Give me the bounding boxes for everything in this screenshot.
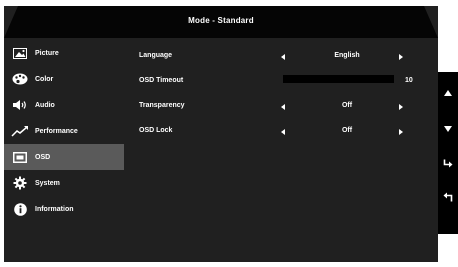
sidebar-item-label: Information — [35, 205, 74, 213]
trend-icon — [10, 124, 30, 138]
gear-icon — [10, 176, 30, 190]
picture-icon — [10, 46, 30, 60]
setting-osd-timeout[interactable]: OSD Timeout 10 — [139, 75, 438, 100]
setting-osd-lock[interactable]: OSD Lock Off — [139, 125, 438, 150]
sidebar-item-audio[interactable]: Audio — [4, 92, 124, 118]
up-arrow-icon[interactable] — [438, 83, 458, 103]
sidebar-item-label: Audio — [35, 101, 55, 109]
sidebar-item-label: System — [35, 179, 60, 187]
sidebar-item-label: Color — [35, 75, 54, 83]
down-arrow-icon[interactable] — [438, 119, 458, 139]
osd-timeout-label: OSD Timeout — [139, 77, 184, 84]
sidebar-item-picture[interactable]: Picture — [4, 40, 124, 66]
sidebar-item-color[interactable]: Color — [4, 66, 124, 92]
palette-icon — [10, 72, 30, 86]
sidebar-item-osd[interactable]: OSD — [4, 144, 124, 170]
navigation-keypad — [438, 72, 458, 234]
page-title: Mode - Standard — [188, 16, 254, 25]
back-icon[interactable] — [438, 187, 458, 207]
osd-timeout-value: 10 — [405, 77, 413, 84]
speaker-icon — [10, 98, 30, 112]
language-value: English — [334, 52, 360, 59]
sidebar: Picture Color Audio Performance OSD Syst… — [4, 40, 124, 222]
setting-language[interactable]: Language English — [139, 50, 438, 75]
sidebar-item-performance[interactable]: Performance — [4, 118, 124, 144]
osd-settings-panel: Language English OSD Timeout 10 Transpar… — [139, 50, 438, 150]
osd-header: Mode - Standard — [4, 6, 438, 38]
transparency-label: Transparency — [139, 102, 185, 109]
sidebar-item-system[interactable]: System — [4, 170, 124, 196]
osd-menu: Mode - Standard Picture Color Audio Perf… — [4, 6, 438, 262]
language-prev-arrow-icon[interactable] — [281, 54, 285, 60]
transparency-next-arrow-icon[interactable] — [399, 104, 403, 110]
transparency-prev-arrow-icon[interactable] — [281, 104, 285, 110]
osd-screen-icon — [10, 150, 30, 164]
osd-lock-value: Off — [341, 127, 353, 134]
sidebar-item-label: Picture — [35, 49, 59, 57]
setting-transparency[interactable]: Transparency Off — [139, 100, 438, 125]
sidebar-item-label: Performance — [35, 127, 78, 135]
osd-lock-prev-arrow-icon[interactable] — [281, 129, 285, 135]
osd-timeout-slider[interactable] — [283, 75, 394, 83]
language-label: Language — [139, 52, 173, 59]
enter-icon[interactable] — [438, 153, 458, 173]
info-icon — [10, 202, 30, 216]
language-next-arrow-icon[interactable] — [399, 54, 403, 60]
transparency-value: Off — [341, 102, 353, 109]
sidebar-item-information[interactable]: Information — [4, 196, 124, 222]
osd-lock-next-arrow-icon[interactable] — [399, 129, 403, 135]
sidebar-item-label: OSD — [35, 153, 51, 161]
osd-lock-label: OSD Lock — [139, 127, 173, 134]
